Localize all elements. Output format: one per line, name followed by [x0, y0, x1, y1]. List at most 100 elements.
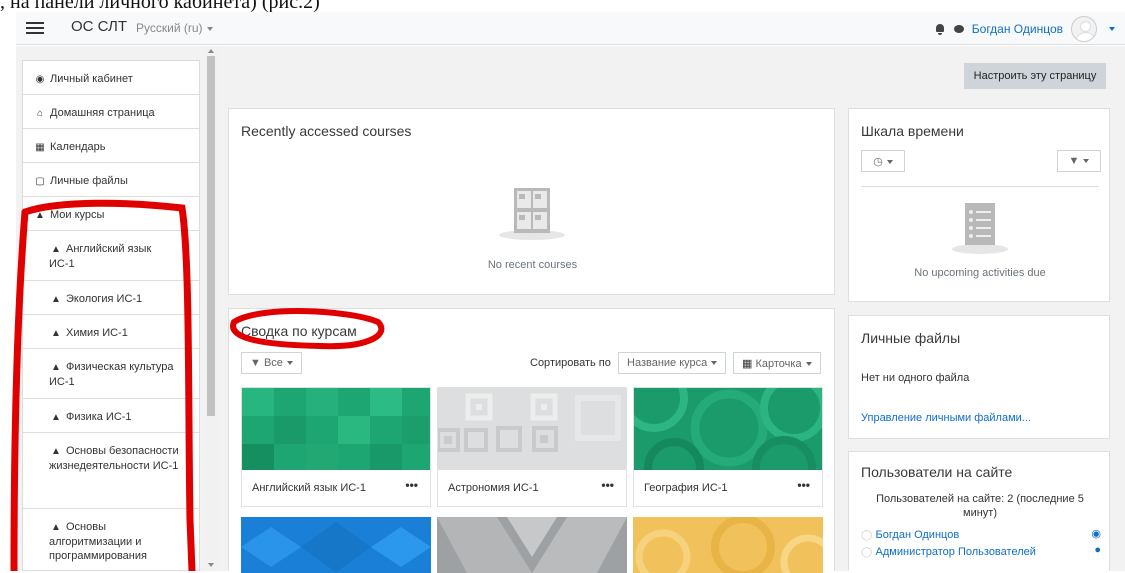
user-area: Богдан Одинцов: [934, 16, 1115, 42]
activities-placeholder-icon: [952, 203, 1008, 254]
sort-dropdown[interactable]: Название курса: [618, 352, 727, 374]
graduation-cap-icon: ▲: [51, 294, 61, 305]
calendar-icon: ▦: [35, 142, 45, 153]
sidebar-item-course[interactable]: ▲ Английский язык ИС-1: [23, 231, 199, 281]
no-activities-text: No upcoming activities due: [914, 267, 1046, 279]
online-user-row: ◯ Администратор Пользователей ●: [861, 544, 1101, 558]
more-icon[interactable]: •••: [797, 478, 810, 492]
clock-icon: ◷: [873, 156, 883, 168]
user-icon: ◯: [861, 547, 873, 558]
course-image: [438, 388, 626, 470]
more-icon[interactable]: •••: [405, 478, 418, 492]
timeline-sort-dropdown[interactable]: ▼: [1057, 150, 1101, 172]
message-icon[interactable]: [953, 25, 964, 33]
sidebar-item-private-files[interactable]: ▢ Личные файлы: [23, 163, 199, 197]
chevron-down-icon: [711, 361, 718, 366]
course-image: [241, 517, 431, 573]
graduation-cap-icon: ▲: [51, 362, 61, 373]
sidebar: ◉ Личный кабинет ⌂ Домашняя страница ▦ Кале…: [22, 60, 200, 571]
sidebar-item-course[interactable]: ▲ Экология ИС-1: [23, 281, 199, 315]
sidebar-item-course[interactable]: ▲ Основы алгоритмизации и программировани…: [23, 509, 199, 570]
online-users-summary: Пользователей на сайте: 2 (последние 5 м…: [876, 493, 1084, 519]
online-users-card: Пользователи на сайте Пользователей на с…: [848, 451, 1110, 571]
nav-drawer: ◉ Личный кабинет ⌂ Домашняя страница ▦ Кале…: [16, 46, 218, 571]
course-name[interactable]: География ИС-1: [644, 482, 728, 494]
course-image: [634, 388, 822, 470]
chevron-down-icon: [805, 362, 812, 367]
divider: [861, 186, 1099, 187]
sort-label: Сортировать по: [530, 357, 611, 369]
filter-dropdown[interactable]: ▼ Все: [241, 352, 302, 374]
graduation-cap-icon: ▲: [51, 522, 61, 533]
file-icon: ▢: [35, 176, 45, 187]
timeline-date-dropdown[interactable]: ◷: [861, 150, 905, 172]
private-files-title: Личные файлы: [861, 330, 961, 346]
filter-icon: ▼: [1068, 155, 1080, 167]
chevron-down-icon: [206, 26, 213, 31]
sidebar-item-course[interactable]: ▲ Химия ИС-1: [23, 315, 199, 349]
course-card[interactable]: [633, 517, 823, 573]
message-icon[interactable]: ●: [1094, 544, 1101, 556]
home-icon: ⌂: [36, 108, 44, 119]
course-image: [633, 517, 823, 573]
chevron-down-icon: [1083, 159, 1090, 164]
no-files-text: Нет ни одного файла: [861, 372, 970, 384]
recent-courses-card: Recently accessed courses No recent cour…: [228, 108, 835, 295]
course-image: [242, 388, 430, 470]
scroll-thumb[interactable]: [207, 56, 215, 416]
course-name[interactable]: Астрономия ИС-1: [448, 482, 539, 494]
eye-icon[interactable]: ◉: [1091, 527, 1101, 540]
course-name[interactable]: Английский язык ИС-1: [252, 482, 366, 494]
course-card[interactable]: [437, 517, 627, 573]
chevron-down-icon: [886, 160, 893, 165]
course-image: [437, 517, 627, 573]
course-overview-card: Сводка по курсам ▼ Все Сортировать по На…: [228, 308, 835, 573]
more-icon[interactable]: •••: [601, 478, 614, 492]
sidebar-scrollbar[interactable]: [204, 46, 218, 571]
sidebar-item-course[interactable]: ▲ Физика ИС-1: [23, 399, 199, 433]
scroll-up-icon[interactable]: [208, 49, 214, 53]
online-user-link[interactable]: Администратор Пользователей: [876, 546, 1036, 558]
filter-icon: ▼: [250, 357, 261, 369]
view-dropdown[interactable]: ▦ Карточка: [733, 352, 821, 374]
recent-courses-title: Recently accessed courses: [241, 123, 412, 139]
sidebar-item-dashboard[interactable]: ◉ Личный кабинет: [23, 61, 199, 95]
site-brand[interactable]: ОС СЛТ: [71, 18, 127, 35]
user-name[interactable]: Богдан Одинцов: [972, 22, 1063, 36]
private-files-card: Личные файлы Нет ни одного файла Управле…: [848, 315, 1110, 439]
course-card[interactable]: Астрономия ИС-1 •••: [437, 387, 627, 507]
graduation-cap-icon: ▲: [51, 446, 61, 457]
course-card[interactable]: Английский язык ИС-1 •••: [241, 387, 431, 507]
course-card[interactable]: [241, 517, 431, 573]
course-overview-title: Сводка по курсам: [241, 323, 357, 339]
sidebar-item-calendar[interactable]: ▦ Календарь: [23, 129, 199, 163]
graduation-cap-icon: ▲: [51, 412, 61, 423]
sidebar-item-course[interactable]: ▲ Физическая культура ИС-1: [23, 349, 199, 399]
language-menu[interactable]: Русский (ru): [136, 21, 213, 35]
dashboard-icon: ◉: [35, 74, 45, 85]
sidebar-item-home[interactable]: ⌂ Домашняя страница: [23, 95, 199, 129]
online-user-link[interactable]: Богдан Одинцов: [876, 529, 960, 541]
user-icon: ◯: [861, 530, 873, 541]
bell-icon[interactable]: [934, 22, 946, 36]
menu-toggle-icon[interactable]: [26, 19, 44, 37]
sidebar-item-course[interactable]: ▲ Основы безопасности жизнедеятельности И…: [23, 433, 199, 509]
customize-page-button[interactable]: Настроить эту страницу: [964, 63, 1106, 89]
main-region: Настроить эту страницу Recently accessed…: [218, 46, 1125, 573]
timeline-card: Шкала времени ◷ ▼ No upcoming activities…: [848, 108, 1110, 302]
chevron-down-icon[interactable]: [1109, 27, 1115, 31]
scroll-down-icon[interactable]: [208, 563, 214, 567]
graduation-cap-icon: ▲: [51, 244, 61, 255]
sidebar-item-my-courses[interactable]: ▲ Мои курсы: [23, 197, 199, 231]
grid-icon: ▦: [742, 358, 753, 370]
timeline-title: Шкала времени: [861, 123, 964, 139]
manage-files-link[interactable]: Управление личными файлами...: [861, 412, 1031, 424]
online-user-row: ◯ Богдан Одинцов ◉: [861, 527, 1101, 541]
chevron-down-icon: [286, 361, 293, 366]
top-navbar: ОС СЛТ Русский (ru) Богдан Одинцов: [16, 12, 1125, 45]
online-users-title: Пользователи на сайте: [861, 464, 1013, 480]
graduation-cap-icon: ▲: [51, 328, 61, 339]
avatar[interactable]: [1071, 16, 1097, 42]
course-card[interactable]: География ИС-1 •••: [633, 387, 823, 507]
course-placeholder-icon: [499, 188, 565, 240]
